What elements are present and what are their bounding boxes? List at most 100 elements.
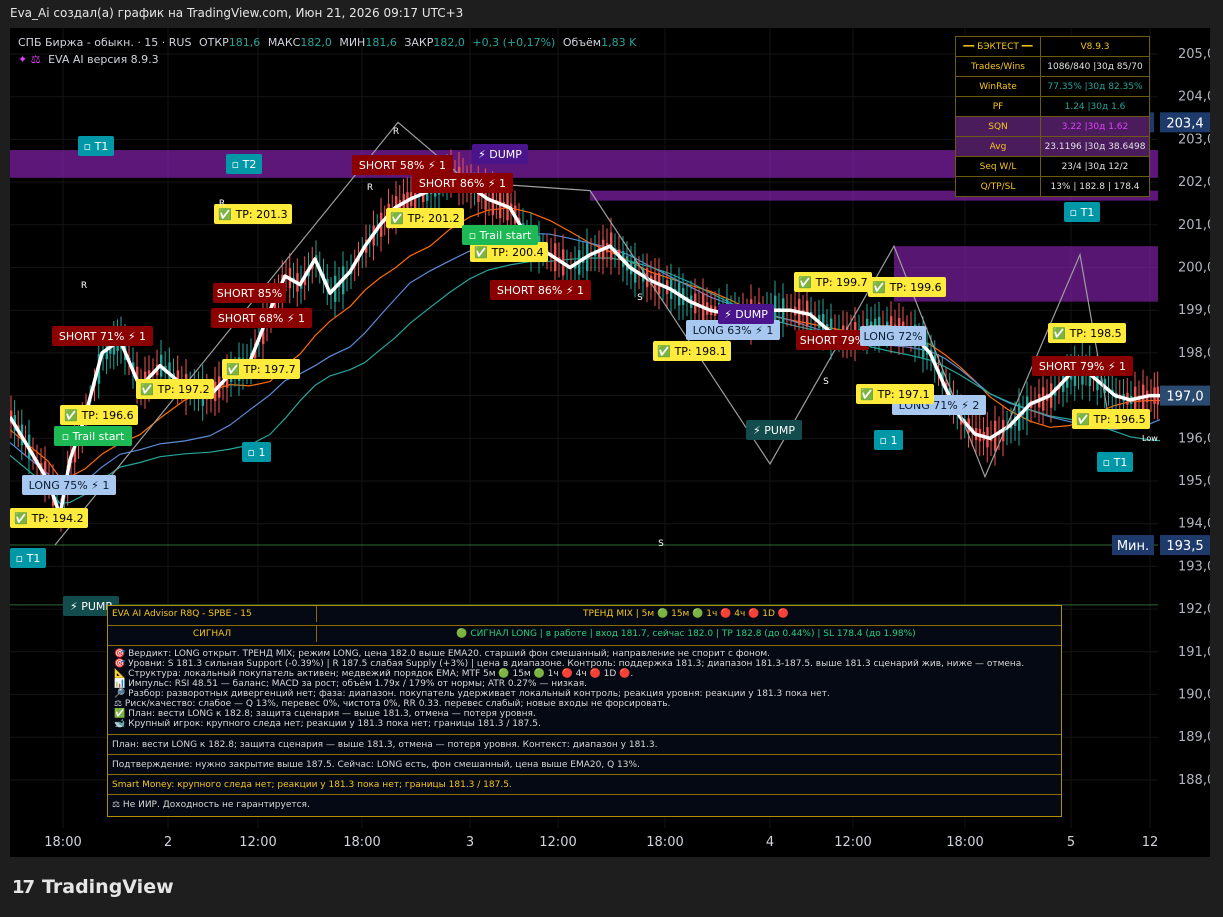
- volume-label: Объём: [562, 36, 602, 49]
- t-badge: ▫ T1: [1064, 202, 1100, 222]
- pump-badge: ⚡ PUMP: [746, 420, 802, 440]
- indicator-legend[interactable]: ✦ ⚖ EVA AI версия 8.9.3: [18, 53, 163, 66]
- backtest-version: V8.9.3: [1040, 36, 1150, 57]
- backtest-key: Seq W/L: [955, 156, 1041, 177]
- signal-label-long: LONG 75% ⚡ 1: [22, 475, 116, 495]
- tp-label-text: ✅ TP: 198.1: [657, 345, 726, 358]
- y-tick-label: 194,0: [1178, 517, 1210, 532]
- signal-label-short-text: SHORT 79% ⚡ 1: [1039, 360, 1126, 373]
- signal-label-short: SHORT 79%: [796, 330, 869, 350]
- close-label: ЗАКР: [404, 36, 434, 49]
- x-tick-label: 5: [1067, 835, 1075, 850]
- low-label: МИН: [339, 36, 366, 49]
- support-marker: S: [658, 539, 664, 549]
- y-tick-label: 188,0: [1178, 773, 1210, 788]
- advisor-line: 🐋 Крупный игрок: крупного следа нет; реа…: [114, 719, 541, 729]
- y-tick-label: 198,0: [1178, 346, 1210, 361]
- support-marker: S: [823, 377, 829, 387]
- advisor-confirm: Подтверждение: нужно закрытие выше 187.5…: [108, 755, 1061, 775]
- backtest-key: PF: [955, 96, 1041, 117]
- signal-label-long-text: LONG 75% ⚡ 1: [29, 479, 110, 492]
- tp-label-text: ✅ TP: 199.7: [798, 276, 867, 289]
- dump-badge: ⚡ DUMP: [718, 304, 774, 324]
- t-badge: ▫ 1: [874, 430, 903, 450]
- trail-start-badge: ▫ Trail start: [462, 225, 538, 245]
- trail-start-badge-text: ▫ Trail start: [469, 229, 532, 242]
- resistance-marker: R: [367, 183, 373, 193]
- t-badge-text: ▫ 1: [880, 434, 898, 447]
- dump-badge: ⚡ DUMP: [472, 144, 528, 164]
- signal-label-short-text: SHORT 68% ⚡ 1: [218, 312, 305, 325]
- backtest-value: 23.1196 |30д 38.6498: [1040, 136, 1150, 157]
- indicator-name: EVA AI версия 8.9.3: [48, 53, 159, 66]
- signal-label-short-text: SHORT 58% ⚡ 1: [359, 159, 446, 172]
- signal-label-short: SHORT 79% ⚡ 1: [1032, 356, 1133, 376]
- high-label: МАКС: [267, 36, 301, 49]
- signal-label-short-text: SHORT 85%: [217, 287, 282, 300]
- low-marker: Low: [1142, 434, 1158, 443]
- volume-value: 1,83 K: [601, 36, 637, 49]
- advisor-line: 🎯 Вердикт: LONG открыт. ТРЕНД MIX; режим…: [114, 649, 771, 659]
- tradingview-logo[interactable]: 17 TradingView: [12, 876, 174, 898]
- tp-label: ✅ TP: 198.1: [653, 341, 731, 361]
- t-badge: ▫ T1: [10, 548, 46, 568]
- resistance-marker: R: [393, 127, 399, 137]
- advisor-line: 📊 Импульс: RSI 48.51 — баланс; MACD за р…: [114, 679, 587, 689]
- x-tick-label: 18:00: [44, 835, 81, 850]
- window-title-bar: Eva_Ai создал(а) график на TradingView.c…: [0, 0, 1223, 28]
- tp-label: ✅ TP: 197.2: [136, 379, 214, 399]
- advisor-plan: План: вести LONG к 182.8; защита сценари…: [108, 735, 1061, 755]
- advisor-line: ⚖ Риск/качество: слабое — Q 13%, перевес…: [114, 699, 671, 709]
- x-tick-label: 18:00: [646, 835, 683, 850]
- backtest-key: SQN: [955, 116, 1041, 137]
- signal-label-short: SHORT 85%: [213, 283, 286, 303]
- low-value: 181,6: [365, 36, 397, 49]
- signal-label-short: SHORT 71% ⚡ 1: [52, 326, 153, 346]
- t-badge-text: ▫ T1: [84, 140, 109, 153]
- backtest-value: 1086/840 |30д 85/70: [1040, 56, 1150, 77]
- advisor-trend: ТРЕНД MIX | 5м 🟢 15м 🟢 1ч 🔴 4ч 🔴 1D 🔴: [316, 606, 1055, 622]
- y-tick-label: 190,0: [1178, 688, 1210, 703]
- signal-label-long-text: LONG 72%: [863, 330, 922, 343]
- tp-label-text: ✅ TP: 201.3: [218, 208, 287, 221]
- trail-start-badge: ▫ Trail start: [54, 426, 132, 446]
- tp-label: ✅ TP: 199.6: [868, 277, 946, 297]
- advisor-line: 🎯 Уровни: S 181.3 сильная Support (-0.39…: [114, 659, 1025, 669]
- y-tick-label: 200,0: [1178, 261, 1210, 276]
- price-marker-max: 203,4: [1166, 116, 1203, 131]
- tp-label-text: ✅ TP: 197.2: [140, 383, 209, 396]
- high-value: 182,0: [300, 36, 332, 49]
- tp-label-text: ✅ TP: 197.1: [860, 388, 929, 401]
- x-tick-label: 18:00: [946, 835, 983, 850]
- t-badge: ▫ T2: [226, 154, 262, 174]
- y-tick-label: 192,0: [1178, 602, 1210, 617]
- t-badge-text: ▫ T2: [232, 158, 257, 171]
- t-badge-text: ▫ T1: [1070, 206, 1095, 219]
- advisor-line: 🔎 Разбор: разворотных дивергенций нет; ф…: [114, 689, 830, 699]
- tp-label-text: ✅ TP: 198.5: [1052, 327, 1121, 340]
- x-tick-label: 12: [1142, 835, 1159, 850]
- tp-label-text: ✅ TP: 201.2: [390, 212, 459, 225]
- y-tick-label: 196,0: [1178, 431, 1210, 446]
- signal-label-short: SHORT 68% ⚡ 1: [211, 308, 312, 328]
- tp-label-text: ✅ TP: 197.7: [226, 363, 295, 376]
- t-badge-text: ▫ 1: [248, 446, 266, 459]
- x-tick-label: 12:00: [834, 835, 871, 850]
- support-marker: S: [637, 293, 643, 303]
- price-marker-min: 193,5: [1166, 539, 1203, 554]
- backtest-value: 13% | 182.8 | 178.4: [1040, 176, 1150, 197]
- tp-label: ✅ TP: 201.2: [386, 208, 464, 228]
- backtest-value: 23/4 |30д 12/2: [1040, 156, 1150, 177]
- y-tick-label: 199,0: [1178, 303, 1210, 318]
- tp-label-text: ✅ TP: 194.2: [14, 512, 83, 525]
- open-label: ОТКР: [198, 36, 229, 49]
- y-tick-label: 202,0: [1178, 175, 1210, 190]
- t-badge-text: ▫ T1: [16, 552, 41, 565]
- y-tick-label: 204,0: [1178, 90, 1210, 105]
- x-tick-label: 18:00: [343, 835, 380, 850]
- x-tick-label: 12:00: [539, 835, 576, 850]
- advisor-smart-money: Smart Money: крупного следа нет; реакции…: [108, 775, 1061, 795]
- tp-label: ✅ TP: 194.2: [10, 508, 88, 528]
- signal-label: СИГНАЛ: [192, 629, 232, 639]
- signal-label-short-text: SHORT 86% ⚡ 1: [419, 177, 506, 190]
